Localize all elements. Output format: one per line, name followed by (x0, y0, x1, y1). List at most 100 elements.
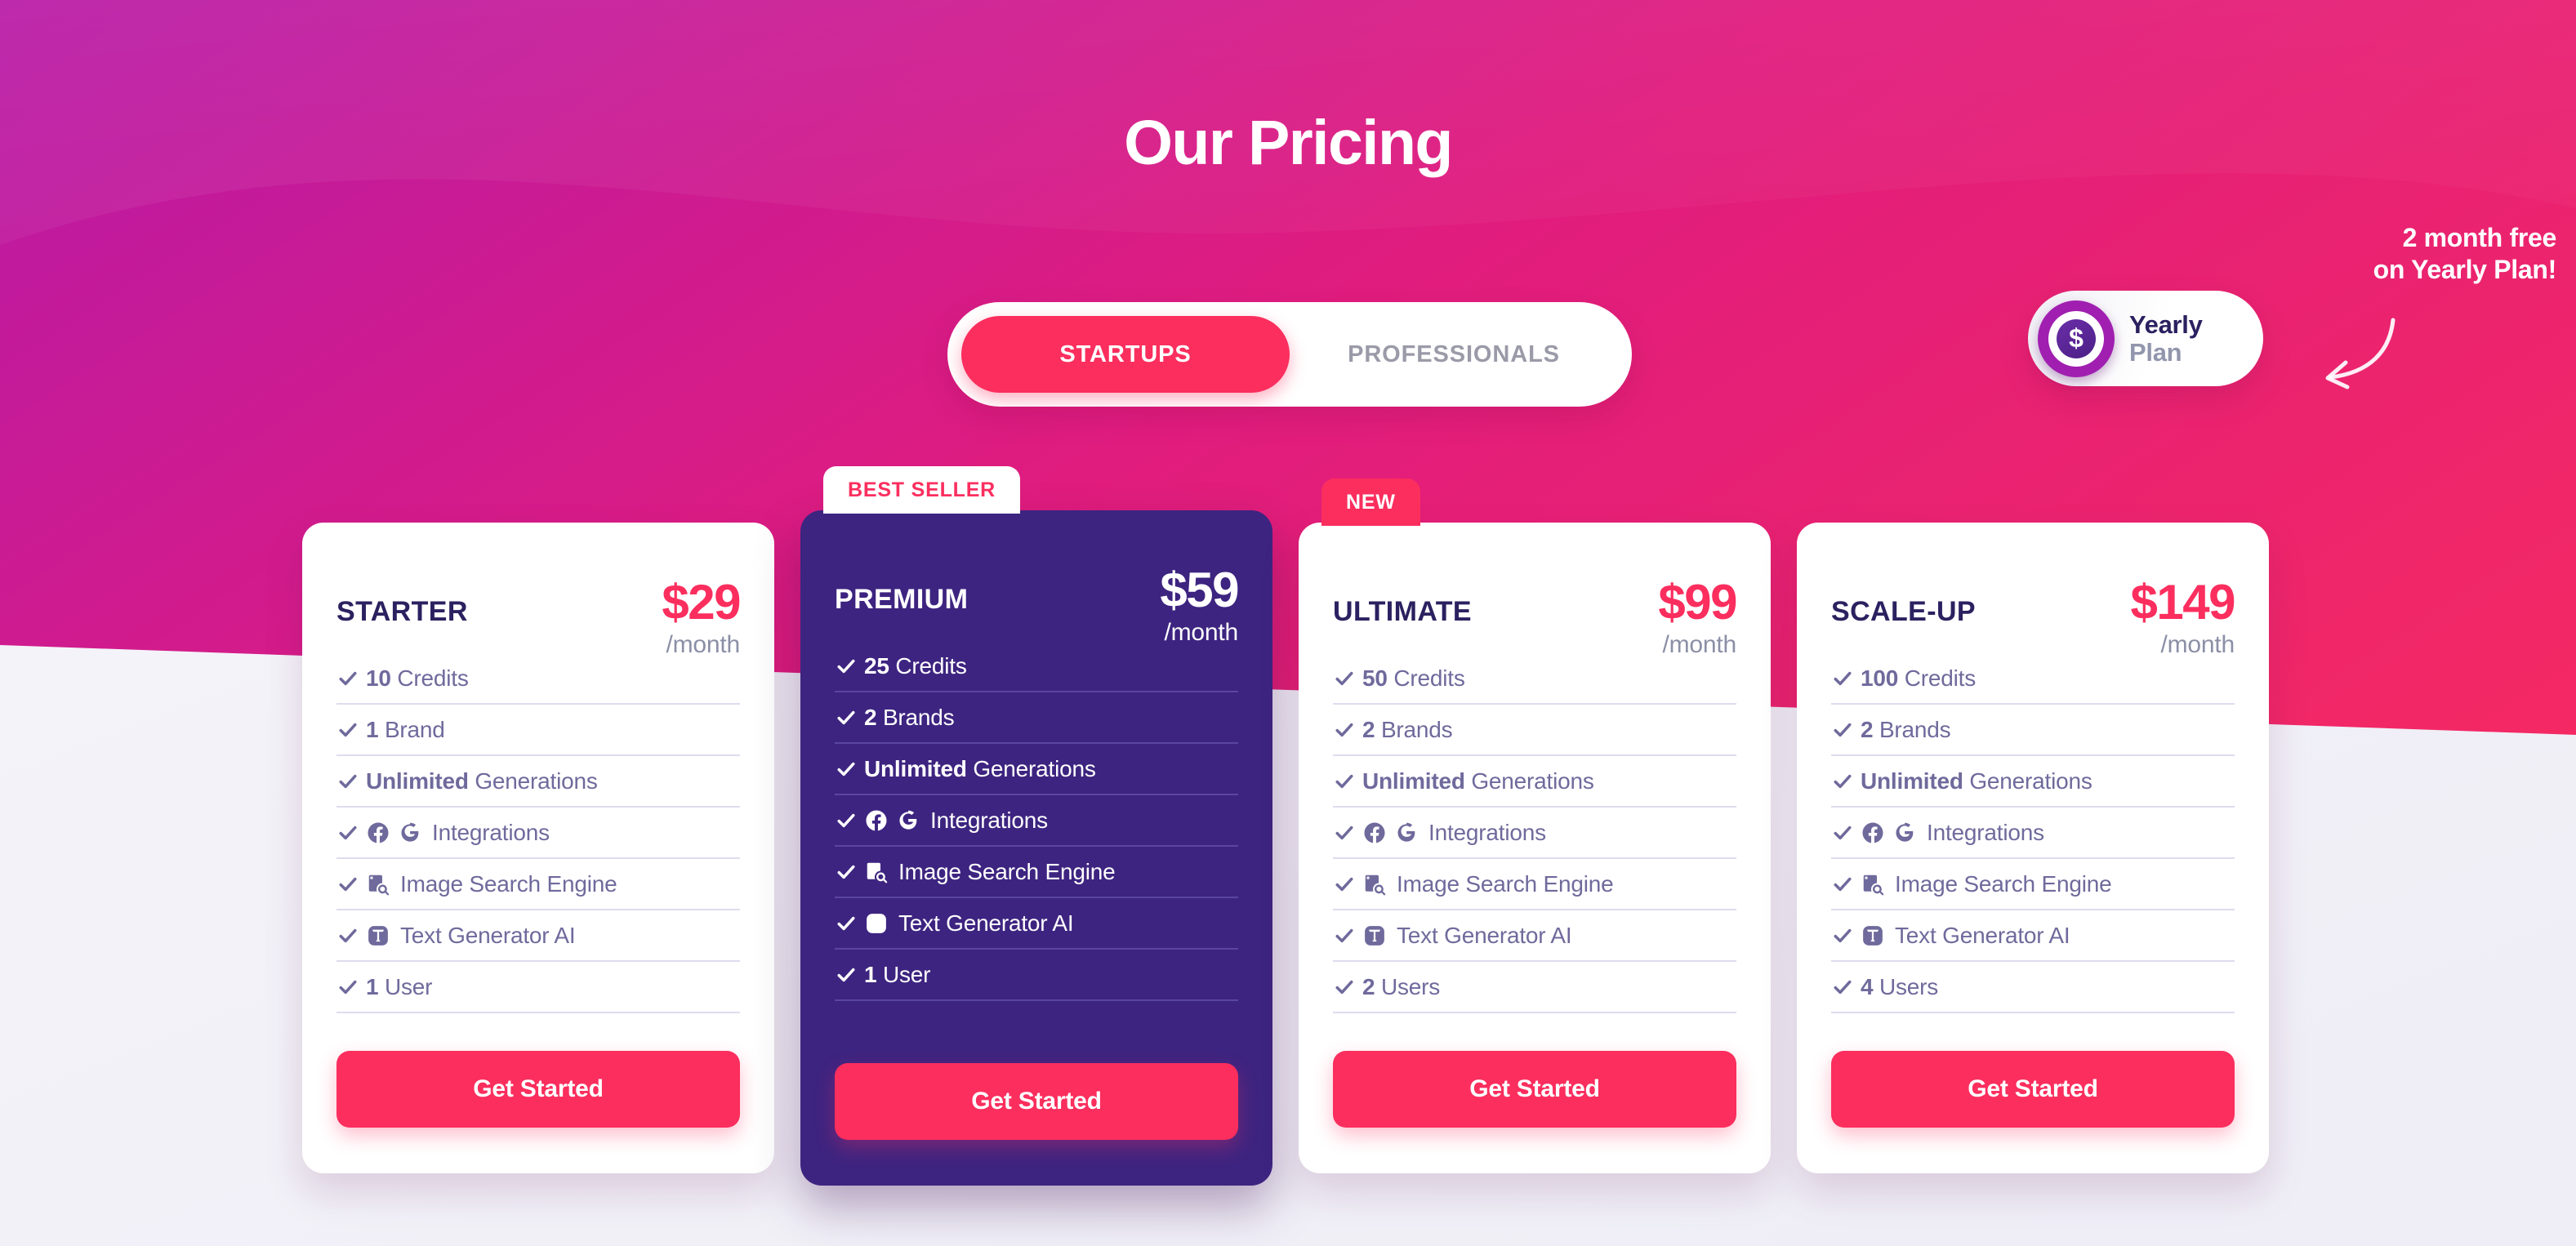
feature-item: Unlimited Generations (835, 744, 1238, 795)
feature-label: 50 Credits (1362, 665, 1465, 691)
audience-toggle: STARTUPS PROFESSIONALS (947, 302, 1632, 407)
check-icon (1333, 770, 1362, 793)
check-icon (1333, 873, 1362, 896)
pricing-card-ultimate: NEW ULTIMATE $99 /month 50 Credits 2 Bra… (1299, 478, 1771, 1173)
tab-startups[interactable]: STARTUPS (961, 316, 1290, 393)
feature-item: 2 Brands (835, 692, 1238, 744)
plan-price-block-premium: $59 /month (1160, 566, 1239, 646)
feature-list-ultimate: 50 Credits 2 Brands Unlimited Generation… (1333, 653, 1736, 1013)
yearly-plan-line-1: Yearly (2129, 310, 2203, 340)
feature-icons (1362, 872, 1387, 897)
feature-label: Image Search Engine (400, 870, 617, 897)
feature-icons (1861, 872, 1885, 897)
feature-item: Text Generator AI (835, 898, 1238, 950)
text-generator-icon (1861, 923, 1885, 948)
feature-label: Integrations (930, 807, 1048, 833)
feature-item: Unlimited Generations (1333, 756, 1736, 808)
feature-item: Integrations (835, 795, 1238, 847)
plan-period-scaleup: /month (2160, 631, 2235, 658)
feature-icons (864, 911, 889, 936)
check-icon (1831, 770, 1861, 793)
check-icon (1831, 719, 1861, 741)
feature-item: Unlimited Generations (1831, 756, 2235, 808)
feature-icons (1362, 821, 1419, 845)
feature-list-scaleup: 100 Credits 2 Brands Unlimited Generatio… (1831, 653, 2235, 1013)
check-icon (835, 912, 864, 935)
plan-name-starter: STARTER (336, 596, 468, 627)
get-started-button-scaleup[interactable]: Get Started (1831, 1051, 2235, 1128)
feature-label: Integrations (1927, 819, 2044, 845)
google-icon (896, 808, 920, 833)
feature-item: Image Search Engine (1333, 859, 1736, 910)
pricing-card-starter: STARTER $29 /month 10 Credits 1 Brand Un… (302, 523, 774, 1173)
feature-item: Image Search Engine (336, 859, 740, 910)
google-icon (398, 821, 422, 845)
feature-label: 25 Credits (864, 652, 967, 679)
feature-item: Integrations (1333, 808, 1736, 859)
feature-item: 1 Brand (336, 705, 740, 756)
feature-item: 1 User (336, 962, 740, 1013)
feature-icons (366, 872, 390, 897)
feature-label: Unlimited Generations (1861, 768, 2092, 794)
yearly-plan-pill[interactable]: $ Yearly Plan (2028, 291, 2263, 386)
facebook-icon (1861, 821, 1885, 845)
image-search-icon (1362, 872, 1387, 897)
card-header-starter: STARTER $29 /month (336, 523, 741, 657)
promo-line-1: 2 month free (2402, 223, 2557, 252)
promo-note: 2 month free on Yearly Plan! (2279, 222, 2557, 286)
feature-label: 1 User (366, 973, 433, 999)
get-started-button-premium[interactable]: Get Started (835, 1063, 1238, 1140)
feature-item: 25 Credits (835, 641, 1238, 692)
promo-line-2: on Yearly Plan! (2373, 255, 2557, 285)
feature-item: Text Generator AI (1333, 910, 1736, 962)
feature-label: Unlimited Generations (366, 768, 598, 794)
feature-label: Image Search Engine (1895, 870, 2112, 897)
feature-label: 2 Brands (864, 704, 955, 730)
feature-item: Text Generator AI (336, 910, 740, 962)
check-icon (336, 770, 366, 793)
plan-price-block-scaleup: $149 /month (2131, 578, 2236, 658)
check-icon (336, 976, 366, 999)
get-started-button-starter[interactable]: Get Started (336, 1051, 740, 1128)
get-started-button-ultimate[interactable]: Get Started (1333, 1051, 1736, 1128)
plan-price-starter: $29 (662, 575, 741, 630)
check-icon (336, 821, 366, 844)
check-icon (1831, 873, 1861, 896)
coin-ring: $ (2048, 310, 2104, 367)
feature-label: Text Generator AI (400, 922, 576, 948)
feature-label: Unlimited Generations (864, 755, 1096, 781)
feature-item: Image Search Engine (835, 847, 1238, 898)
check-icon (835, 963, 864, 986)
curved-arrow-left-icon (2325, 318, 2396, 389)
tab-professionals[interactable]: PROFESSIONALS (1290, 316, 1618, 393)
pricing-card-scaleup: SCALE-UP $149 /month 100 Credits 2 Brand… (1797, 523, 2269, 1173)
check-icon (336, 924, 366, 947)
check-icon (336, 873, 366, 896)
facebook-icon (1362, 821, 1387, 845)
feature-label: Integrations (1428, 819, 1546, 845)
feature-item: 50 Credits (1333, 653, 1736, 705)
image-search-icon (1861, 872, 1885, 897)
check-icon (835, 706, 864, 729)
check-icon (835, 758, 864, 781)
image-search-icon (366, 872, 390, 897)
dollar-coin-icon: $ (2038, 300, 2115, 377)
plan-name-scaleup: SCALE-UP (1831, 596, 1976, 627)
plan-price-block-starter: $29 /month (662, 575, 741, 657)
check-icon (1831, 924, 1861, 947)
feature-label: 2 Brands (1861, 716, 1951, 742)
check-icon (336, 667, 366, 690)
facebook-icon (864, 808, 889, 833)
feature-item: Integrations (336, 808, 740, 859)
text-generator-icon (1362, 923, 1387, 948)
plan-name-premium: PREMIUM (835, 584, 969, 615)
feature-label: 2 Users (1362, 973, 1441, 999)
feature-label: 1 Brand (366, 716, 445, 742)
plan-period-premium: /month (1164, 619, 1238, 646)
feature-item: Unlimited Generations (336, 756, 740, 808)
feature-item: 10 Credits (336, 653, 740, 705)
feature-label: Text Generator AI (1397, 922, 1572, 948)
plan-period-ultimate: /month (1662, 631, 1736, 658)
feature-label: Text Generator AI (898, 910, 1074, 936)
feature-item: 2 Brands (1333, 705, 1736, 756)
